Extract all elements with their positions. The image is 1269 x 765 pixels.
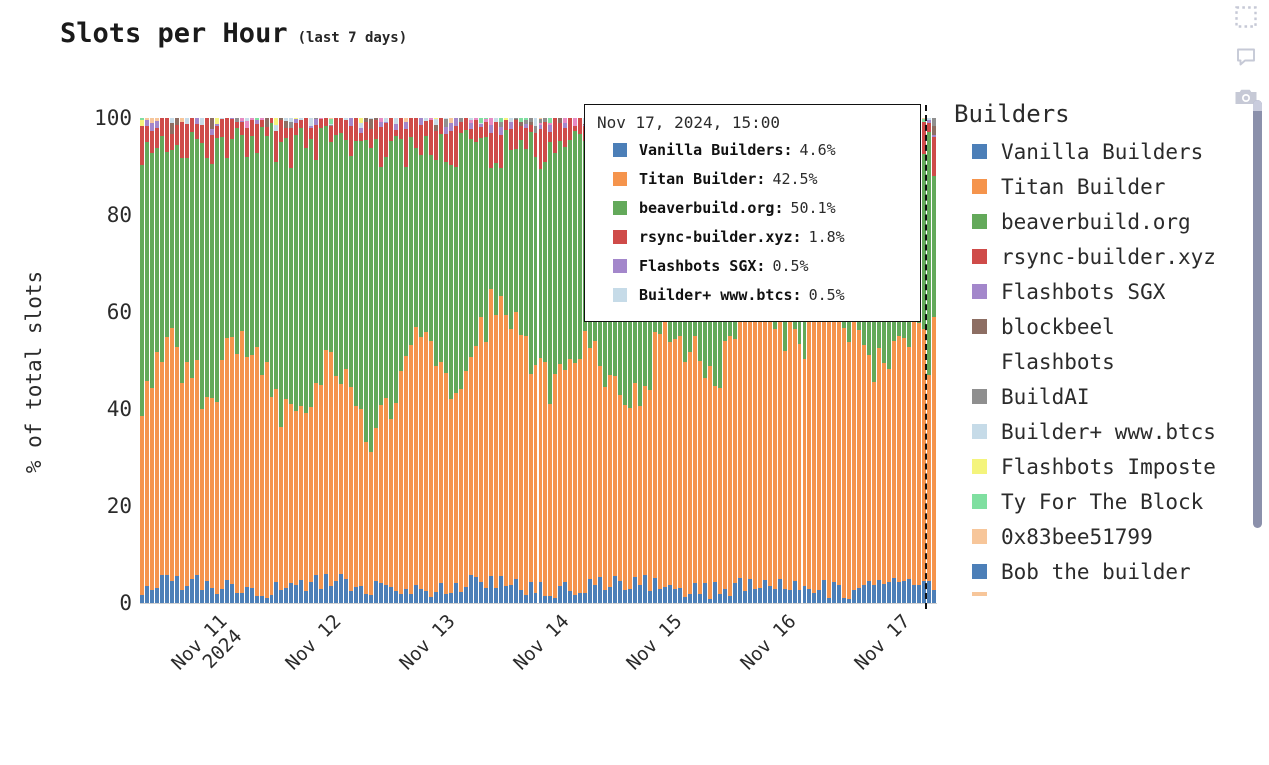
tooltip-series-value: 0.5%	[772, 257, 809, 275]
tooltip-row: Vanilla Builders: 4.6%	[595, 138, 910, 162]
legend-color-swatch	[972, 389, 987, 404]
x-tick-label: Nov 13	[395, 610, 460, 675]
legend-color-swatch	[972, 214, 987, 229]
legend-item[interactable]: Vanilla Builders	[952, 134, 1252, 169]
legend-item[interactable]: BuildAI	[952, 379, 1252, 414]
legend-item-label: Bob the builder	[1001, 559, 1191, 584]
tooltip-row: Flashbots SGX: 0.5%	[595, 254, 910, 278]
tooltip-date: Nov 17, 2024, 15:00	[597, 113, 781, 132]
legend-item[interactable]: 0x83bee51799	[952, 519, 1252, 554]
legend-color-swatch	[972, 529, 987, 544]
tooltip-series-value: 4.6%	[799, 141, 836, 159]
legend-scrollbar[interactable]	[1253, 100, 1262, 528]
legend-item[interactable]: beaverbuild.org	[952, 204, 1252, 239]
legend-color-swatch	[972, 459, 987, 474]
tooltip-color-swatch	[613, 172, 627, 186]
tooltip-color-swatch	[613, 288, 627, 302]
tooltip-series-value: 1.8%	[808, 228, 845, 246]
legend-item[interactable]: Bob the builder	[952, 554, 1252, 589]
legend-color-swatch	[972, 592, 987, 596]
legend-item-label: Flashbots Imposte	[1001, 454, 1216, 479]
legend-color-swatch	[972, 494, 987, 509]
legend-color-swatch	[972, 354, 987, 369]
tooltip-color-swatch	[613, 230, 627, 244]
legend-color-swatch	[972, 564, 987, 579]
tooltip-row: rsync-builder.xyz: 1.8%	[595, 225, 910, 249]
x-tick-label: Nov 15	[622, 610, 687, 675]
legend-color-swatch	[972, 424, 987, 439]
x-tick-label: Nov 12	[281, 610, 346, 675]
legend-item[interactable]: rsync-builder.xyz	[952, 239, 1252, 274]
tooltip-series-value: 50.1%	[790, 199, 836, 217]
x-tick-label: Nov 17	[850, 610, 915, 675]
legend-item[interactable]: Flashbots Imposte	[952, 449, 1252, 484]
tooltip-row: Titan Builder: 42.5%	[595, 167, 910, 191]
tooltip-series-name: Flashbots SGX:	[639, 257, 766, 275]
tooltip-row: Builder+ www.btcs: 0.5%	[595, 283, 910, 307]
x-tick-label: Nov 14	[508, 610, 574, 675]
legend-item[interactable]	[952, 589, 1252, 599]
legend-item-label: 0x83bee51799	[1001, 524, 1153, 549]
legend-item-label: Vanilla Builders	[1001, 139, 1204, 164]
legend[interactable]: Builders Vanilla Builders Titan Builder be…	[952, 100, 1252, 600]
tooltip-series-name: rsync-builder.xyz:	[639, 228, 802, 246]
legend-item-label: Flashbots SGX	[1001, 279, 1166, 304]
tooltip-series-name: Vanilla Builders:	[639, 141, 793, 159]
legend-item-label: rsync-builder.xyz	[1001, 244, 1216, 269]
tooltip-series-value: 0.5%	[808, 286, 845, 304]
x-tick-label: Nov 16	[736, 610, 801, 675]
tooltip-color-swatch	[613, 201, 627, 215]
tooltip-rows: Vanilla Builders: 4.6% Titan Builder: 42.5%…	[595, 138, 910, 307]
legend-item-label: beaverbuild.org	[1001, 209, 1191, 234]
legend-color-swatch	[972, 319, 987, 334]
legend-item[interactable]: Ty For The Block	[952, 484, 1252, 519]
legend-item[interactable]: blockbeel	[952, 309, 1252, 344]
legend-items[interactable]: Vanilla Builders Titan Builder beaverbuild…	[952, 134, 1252, 599]
legend-color-swatch	[972, 284, 987, 299]
tooltip-color-swatch	[613, 143, 627, 157]
tooltip-series-name: Builder+ www.btcs:	[639, 286, 802, 304]
legend-item-label: blockbeel	[1001, 314, 1115, 339]
x-tick-label: Nov 11 2024	[167, 610, 246, 675]
legend-scrollbar-thumb-cap[interactable]	[1253, 100, 1262, 111]
legend-item[interactable]: Flashbots SGX	[952, 274, 1252, 309]
hover-guide-line	[925, 105, 928, 609]
legend-item-label: Ty For The Block	[1001, 489, 1204, 514]
legend-item-label: Titan Builder	[1001, 174, 1166, 199]
legend-color-swatch	[972, 179, 987, 194]
tooltip-row: beaverbuild.org: 50.1%	[595, 196, 910, 220]
legend-color-swatch	[972, 249, 987, 264]
tooltip-series-name: Titan Builder:	[639, 170, 766, 188]
legend-color-swatch	[972, 144, 987, 159]
hover-tooltip: Nov 17, 2024, 15:00 Vanilla Builders: 4.6…	[584, 104, 921, 322]
tooltip-series-name: beaverbuild.org:	[639, 199, 784, 217]
tooltip-series-value: 42.5%	[772, 170, 818, 188]
legend-item[interactable]: Titan Builder	[952, 169, 1252, 204]
legend-item[interactable]: Flashbots	[952, 344, 1252, 379]
tooltip-color-swatch	[613, 259, 627, 273]
legend-item-label: Builder+ www.btcs	[1001, 419, 1216, 444]
legend-item-label: BuildAI	[1001, 384, 1090, 409]
legend-item-label: Flashbots	[1001, 349, 1115, 374]
legend-title: Builders	[954, 100, 1070, 128]
legend-item[interactable]: Builder+ www.btcs	[952, 414, 1252, 449]
